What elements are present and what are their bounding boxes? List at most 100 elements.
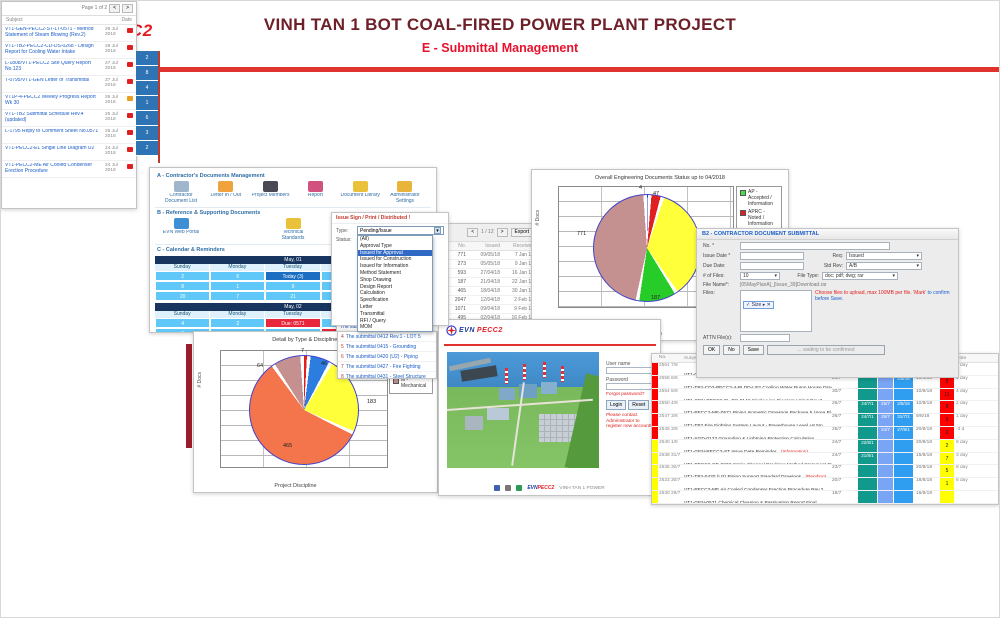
- row-number: 4: [341, 334, 344, 340]
- app-icon-label: Letter In / Out: [204, 193, 248, 204]
- subject-line1: VT1-TB2 Fire Fighting System Layout - Po…: [684, 424, 823, 426]
- col-issued: Issued: [466, 243, 500, 249]
- files-listbox[interactable]: ✓ Size ▸ ✕: [740, 290, 812, 332]
- login-button[interactable]: Login: [606, 400, 626, 410]
- document-row: VT1-GEN-PECC2-ST-LT-0571 - Method Statem…: [2, 25, 136, 42]
- register-export-button[interactable]: Export: [511, 228, 533, 237]
- chimney-stack: [543, 362, 546, 378]
- x-axis-label: Project Discipline: [194, 483, 397, 489]
- file-type-label: File Type:: [791, 273, 819, 279]
- file-name-value: [05MayPlanA]_[Issue_39]Download.rar: [740, 282, 827, 288]
- document-link[interactable]: VT1-PECC2-EL Single Line Diagram U2: [5, 146, 103, 158]
- dashboard-app-icon-item[interactable]: Document Library: [338, 181, 382, 204]
- submittal-link[interactable]: The submittal 0420 (U2) - Piping: [346, 354, 433, 360]
- row-subject: VT1-PECC2-ME Air Cooled Condenser Erecti…: [684, 478, 832, 490]
- row-date: 20/8/18: [914, 440, 940, 452]
- row-note: -3 d: [954, 427, 998, 439]
- prev-page-button[interactable]: <: [109, 4, 120, 13]
- row-date: 9/8/18: [914, 414, 940, 426]
- reset-button[interactable]: Reset: [628, 400, 649, 410]
- document-link[interactable]: T-0795/VT1-GEN Letter of Transmittal: [5, 78, 103, 90]
- no-button[interactable]: No: [723, 345, 739, 355]
- dropdown-option[interactable]: Transmittal: [358, 311, 432, 318]
- calendar-cell: Today (3): [265, 271, 320, 281]
- file-chip[interactable]: ✓ Size ▸ ✕: [743, 301, 774, 309]
- dropdown-option[interactable]: Design Report: [358, 284, 432, 291]
- issue-date-input[interactable]: [740, 252, 804, 260]
- dashboard-app-icon-item[interactable]: Report: [293, 181, 337, 204]
- dropdown-option[interactable]: Calculation: [358, 290, 432, 297]
- dashboard-app-icon-item[interactable]: EVN Web Portal: [159, 218, 203, 241]
- row-subject: VT1-TB2-0420 (U2) Piping Support Standar…: [684, 465, 832, 477]
- req-label: Req:: [815, 253, 843, 259]
- subject-line2: (Information): [781, 450, 808, 452]
- submittal-link[interactable]: The submittal 0412 Rev.1 - LOT 5: [346, 334, 433, 340]
- no-input[interactable]: [740, 242, 890, 250]
- req-select[interactable]: Issued▾: [846, 252, 922, 260]
- forecast-cell: 25/7: [878, 414, 894, 426]
- file-type-select[interactable]: doc; pdf; dwg; rar▾: [822, 272, 898, 280]
- dropdown-option[interactable]: (All): [358, 236, 432, 243]
- type-filter-dialog: Issue Sign / Print / Distributed ! Type:…: [331, 212, 449, 326]
- dropdown-option[interactable]: Shop Drawing: [358, 277, 432, 284]
- next-page-button[interactable]: >: [122, 4, 133, 13]
- row-no-date: 2547 3/8: [658, 414, 684, 426]
- dashboard-app-icon-item[interactable]: Technical Standards: [271, 218, 315, 241]
- status-count-cell: 8: [940, 401, 954, 413]
- actual-cell: [894, 440, 914, 452]
- num-files-select[interactable]: 10▾: [740, 272, 780, 280]
- dashboard-app-icon-item[interactable]: Project Members: [249, 181, 293, 204]
- submittal-link[interactable]: The submittal 0415 - Grounding: [346, 344, 433, 350]
- document-link[interactable]: L-1808/VT1-PECC2 Site Query Report No.12…: [5, 61, 103, 73]
- row-subject: VT1-PECC2-CD-0268 Intake Channel Dredgin…: [684, 453, 832, 465]
- legend-item: APRC - Noted / Information: [740, 209, 778, 227]
- document-link[interactable]: VT1-GEN-PECC2-ST-LT-0571 - Method Statem…: [5, 27, 103, 39]
- document-link[interactable]: VT1-TB2-PECC2-CD-DS-0268 - Design Report…: [5, 44, 103, 56]
- document-link[interactable]: VT1-PECC2-ME Air Cooled Condenser Erecti…: [5, 163, 103, 175]
- dropdown-option[interactable]: Issued for Information: [358, 263, 432, 270]
- dropdown-option[interactable]: Issued for Construction: [358, 256, 432, 263]
- username-input[interactable]: [606, 367, 654, 374]
- plan-cell: 24/7/1: [858, 414, 878, 426]
- pie-label: 64: [257, 363, 263, 369]
- status-flag-icon: [127, 147, 133, 152]
- row-date: 18/8/18: [914, 478, 940, 490]
- document-link[interactable]: VT1-TB2 Submittal Schedule Rev.4 (update…: [5, 112, 103, 124]
- dropdown-option[interactable]: Method Statement: [358, 270, 432, 277]
- register-date-received: 16 Jan 18: [500, 270, 534, 276]
- password-input[interactable]: [606, 383, 654, 390]
- row-subject: VT1-GEN-0571 Chemical Cleaning & Passiva…: [684, 491, 832, 503]
- forgot-password-link[interactable]: Forgot password?: [606, 392, 656, 397]
- dropdown-option[interactable]: MOM: [358, 324, 432, 331]
- dropdown-option[interactable]: Specification: [358, 297, 432, 304]
- dropdown-option[interactable]: Letter: [358, 304, 432, 311]
- dropdown-option[interactable]: RFI / Query: [358, 318, 432, 325]
- register-prev-button[interactable]: <: [467, 228, 478, 237]
- std-rev-select[interactable]: A/B▾: [846, 262, 922, 270]
- status-flag-icon: [127, 96, 133, 101]
- attn-input[interactable]: [740, 334, 790, 342]
- dashboard-app-icon-item[interactable]: Administrator Settings: [383, 181, 427, 204]
- dashboard-app-icon-item[interactable]: Contractor Document List: [159, 181, 203, 204]
- red-edge-bar: [186, 344, 192, 448]
- submittal-link[interactable]: The submittal 0427 - Fire Fighting: [346, 364, 433, 370]
- row-note: 8 day: [954, 440, 998, 452]
- dropdown-option[interactable]: Approval Type: [358, 243, 432, 250]
- ok-button[interactable]: OK: [703, 345, 720, 355]
- type-combobox[interactable]: Pending/Issue ▾: [357, 226, 444, 235]
- dropdown-option[interactable]: Issued for Approval: [358, 250, 432, 257]
- dashboard-app-icon-item[interactable]: Letter In / Out: [204, 181, 248, 204]
- submittal-link[interactable]: The submittal 0431 - Steel Structure: [346, 374, 433, 380]
- subject-line1: VT1-TB2-0420 (U2) Piping Support Standar…: [684, 475, 801, 477]
- save-button[interactable]: Save: [743, 345, 764, 355]
- chart-title: Overall Engineering Documents Status up …: [532, 175, 788, 181]
- row-due-date: 24/7: [832, 453, 858, 465]
- document-link[interactable]: VT1P-4-PECC2 Weekly Progress Report Wk 3…: [5, 95, 103, 107]
- due-date-input[interactable]: [740, 262, 804, 270]
- row-note: [954, 491, 998, 503]
- document-link[interactable]: L-1795 Reply to Comment Sheet No.0571: [5, 129, 103, 141]
- cert-icon: [516, 485, 522, 491]
- register-date-received: 2 Feb 18: [500, 297, 534, 303]
- calendar-cell: Due: 0571: [265, 318, 320, 328]
- register-next-button[interactable]: >: [497, 228, 508, 237]
